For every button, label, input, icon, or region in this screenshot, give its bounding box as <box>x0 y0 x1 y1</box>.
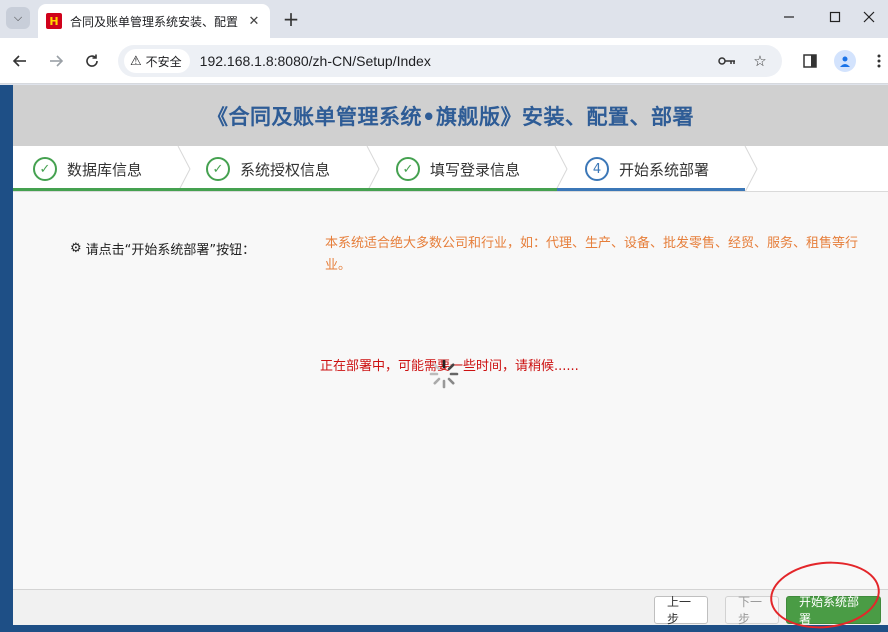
deploy-prompt-text: 请点击“开始系统部署”按钮： <box>85 243 256 258</box>
step-label: 填写登录信息 <box>430 160 521 179</box>
step-check-icon: ✓ <box>206 157 230 181</box>
step-label: 系统授权信息 <box>240 160 331 179</box>
step-separator-chevron <box>366 146 380 192</box>
setup-header: 《合同及账单管理系统•旗舰版》安装、配置、部署 <box>13 85 888 146</box>
tab-search-button[interactable]: ⌵ <box>6 7 30 29</box>
previous-step-button[interactable]: 上一步 <box>654 595 708 626</box>
next-step-button[interactable]: 下一步 <box>725 595 779 626</box>
maximize-icon <box>829 11 841 23</box>
close-icon <box>863 11 875 23</box>
step-check-icon: ✓ <box>33 157 57 181</box>
setup-step-wizard: ✓ 数据库信息 ✓ 系统授权信息 ✓ 填写登录信息 4 开始系统部署 <box>13 146 888 192</box>
deploy-prompt: ⚙ 请点击“开始系统部署”按钮： <box>70 239 255 258</box>
reload-icon <box>86 54 98 67</box>
step-database-info[interactable]: ✓ 数据库信息 <box>33 146 142 192</box>
minimize-icon <box>784 16 794 18</box>
page-title: 《合同及账单管理系统•旗舰版》安装、配置、部署 <box>207 104 694 129</box>
step-label: 数据库信息 <box>67 160 143 179</box>
step-separator-chevron <box>177 146 191 192</box>
completed-steps-underline <box>13 188 557 191</box>
page-left-border <box>0 85 13 632</box>
forward-arrow-icon <box>50 55 64 67</box>
step-separator-chevron <box>554 146 568 192</box>
address-bar[interactable]: ⚠ 不安全 192.168.1.8:8080/zh-CN/Setup/Index… <box>118 45 782 77</box>
chevron-down-icon: ⌵ <box>13 11 23 24</box>
site-favicon-icon: H <box>46 13 62 29</box>
step-number-icon: 4 <box>585 157 609 181</box>
industry-notice: 本系统适合绝大多数公司和行业，如：代理、生产、设备、批发零售、经贸、服务、租售等… <box>325 236 859 273</box>
security-label: 不安全 <box>145 54 182 69</box>
reload-button[interactable] <box>80 49 104 73</box>
step-license-info[interactable]: ✓ 系统授权信息 <box>206 146 330 192</box>
url-text[interactable]: 192.168.1.8:8080/zh-CN/Setup/Index <box>200 53 431 69</box>
password-key-icon[interactable] <box>718 52 736 70</box>
forward-button[interactable] <box>44 49 68 73</box>
browser-menu-icon[interactable] <box>868 50 888 72</box>
start-deploy-button[interactable]: 开始系统部署 <box>786 595 881 626</box>
back-button[interactable] <box>8 49 32 73</box>
browser-tab-active[interactable]: H 合同及账单管理系统安装、配置 ✕ <box>38 4 270 38</box>
back-arrow-icon <box>12 55 26 67</box>
gear-icon: ⚙ <box>70 241 82 256</box>
web-page: 《合同及账单管理系统•旗舰版》安装、配置、部署 ✓ 数据库信息 ✓ 系统授权信息… <box>0 85 888 632</box>
step-login-info[interactable]: ✓ 填写登录信息 <box>396 146 520 192</box>
tab-title: 合同及账单管理系统安装、配置 <box>70 14 239 29</box>
side-panel-icon[interactable] <box>799 50 821 72</box>
step-check-icon: ✓ <box>396 157 420 181</box>
profile-avatar-icon[interactable] <box>834 50 856 72</box>
close-window-button[interactable] <box>850 4 888 30</box>
security-indicator[interactable]: ⚠ 不安全 <box>124 49 190 73</box>
step-start-deploy[interactable]: 4 开始系统部署 <box>585 146 709 192</box>
step-label: 开始系统部署 <box>619 160 710 179</box>
setup-content: ⚙ 请点击“开始系统部署”按钮： 本系统适合绝大多数公司和行业，如：代理、生产、… <box>13 193 888 589</box>
new-tab-button[interactable]: + <box>280 7 302 31</box>
wizard-footer: 上一步 下一步 开始系统部署 <box>13 589 888 626</box>
warning-triangle-icon: ⚠ <box>130 53 142 69</box>
bookmark-star-icon[interactable]: ☆ <box>751 52 769 70</box>
page-bottom-border <box>0 625 888 632</box>
browser-toolbar: ⚠ 不安全 192.168.1.8:8080/zh-CN/Setup/Index… <box>0 38 888 84</box>
loading-spinner-icon <box>429 359 459 389</box>
browser-tab-strip: ⌵ H 合同及账单管理系统安装、配置 ✕ + <box>0 0 888 38</box>
minimize-window-button[interactable] <box>766 4 812 30</box>
current-step-underline <box>557 188 745 191</box>
close-tab-icon[interactable]: ✕ <box>246 13 262 29</box>
step-separator-chevron <box>744 146 758 192</box>
